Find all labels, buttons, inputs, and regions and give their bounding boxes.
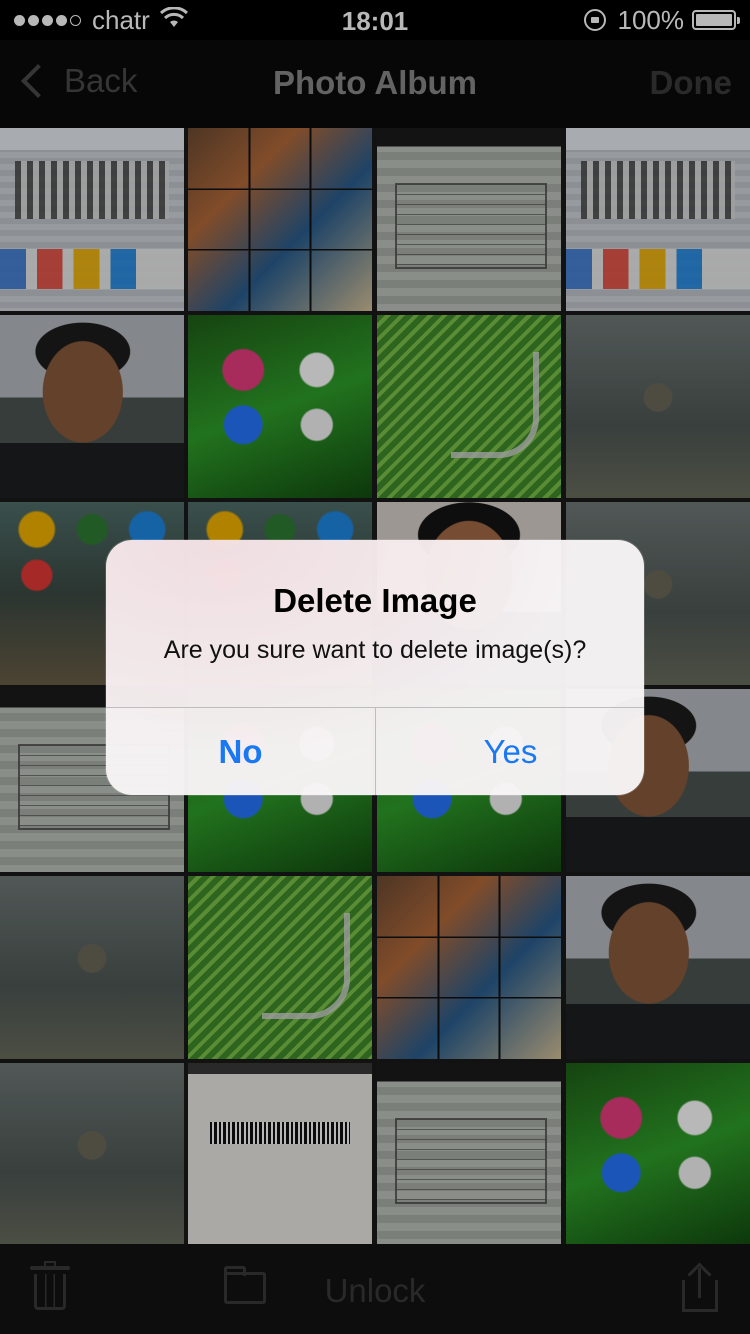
no-button[interactable]: No bbox=[106, 708, 375, 795]
delete-confirmation-dialog: Delete Image Are you sure want to delete… bbox=[106, 540, 644, 795]
dialog-message: Are you sure want to delete image(s)? bbox=[163, 636, 587, 664]
dialog-title: Delete Image bbox=[273, 582, 477, 619]
photo-album-screen: chatr 18:01 100% Back Photo Album Done U… bbox=[0, 0, 750, 1334]
yes-button[interactable]: Yes bbox=[376, 708, 644, 795]
